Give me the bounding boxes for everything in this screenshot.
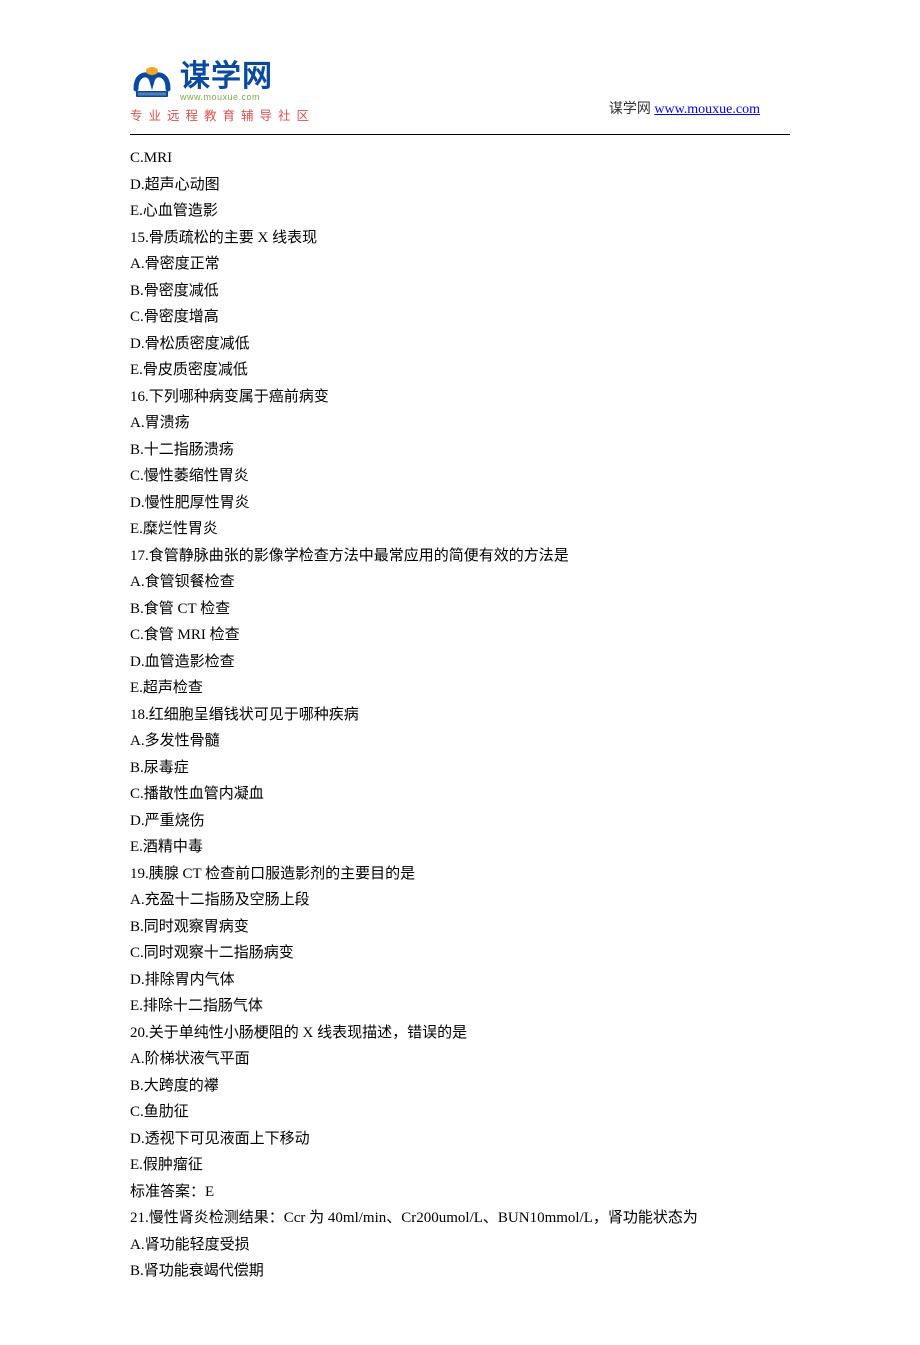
text-line: A.食管钡餐检查 <box>130 569 790 596</box>
text-line: C.鱼肋征 <box>130 1099 790 1126</box>
logo-top-row: 谋学网 www.mouxue.com <box>130 62 273 102</box>
text-line: E.骨皮质密度减低 <box>130 357 790 384</box>
text-line: E.心血管造影 <box>130 198 790 225</box>
text-line: 18.红细胞呈缗钱状可见于哪种疾病 <box>130 702 790 729</box>
text-line: D.慢性肥厚性胃炎 <box>130 490 790 517</box>
text-line: A.充盈十二指肠及空肠上段 <box>130 887 790 914</box>
text-line: A.骨密度正常 <box>130 251 790 278</box>
text-line: 20.关于单纯性小肠梗阻的 X 线表现描述，错误的是 <box>130 1020 790 1047</box>
text-line: A.多发性骨髓 <box>130 728 790 755</box>
document-page: 谋学网 www.mouxue.com 专业远程教育辅导社区 谋学网 www.mo… <box>0 0 920 1345</box>
text-line: 17.食管静脉曲张的影像学检查方法中最常应用的简便有效的方法是 <box>130 543 790 570</box>
text-line: 19.胰腺 CT 检查前口服造影剂的主要目的是 <box>130 861 790 888</box>
text-line: C.MRI <box>130 145 790 172</box>
text-line: C.食管 MRI 检查 <box>130 622 790 649</box>
text-line: B.食管 CT 检查 <box>130 596 790 623</box>
text-line: 16.下列哪种病变属于癌前病变 <box>130 384 790 411</box>
logo-text-group: 谋学网 www.mouxue.com <box>180 62 273 102</box>
text-line: 标准答案：E <box>130 1179 790 1206</box>
logo-block: 谋学网 www.mouxue.com 专业远程教育辅导社区 <box>130 62 315 124</box>
text-line: D.严重烧伤 <box>130 808 790 835</box>
text-line: E.排除十二指肠气体 <box>130 993 790 1020</box>
page-header: 谋学网 www.mouxue.com 专业远程教育辅导社区 谋学网 www.mo… <box>130 62 790 124</box>
text-line: E.糜烂性胃炎 <box>130 516 790 543</box>
text-line: C.播散性血管内凝血 <box>130 781 790 808</box>
text-line: D.超声心动图 <box>130 172 790 199</box>
text-line: A.肾功能轻度受损 <box>130 1232 790 1259</box>
text-line: D.透视下可见液面上下移动 <box>130 1126 790 1153</box>
logo-chinese: 谋学网 <box>180 62 273 92</box>
logo-icon <box>130 65 174 99</box>
text-line: B.同时观察胃病变 <box>130 914 790 941</box>
text-line: A.胃溃疡 <box>130 410 790 437</box>
logo-english: www.mouxue.com <box>180 93 273 102</box>
text-line: C.慢性萎缩性胃炎 <box>130 463 790 490</box>
header-right-text: 谋学网 www.mouxue.com <box>609 98 790 124</box>
text-line: B.大跨度的襻 <box>130 1073 790 1100</box>
header-link[interactable]: www.mouxue.com <box>654 102 760 117</box>
header-right-prefix: 谋学网 <box>609 102 655 117</box>
text-line: C.骨密度增高 <box>130 304 790 331</box>
text-line: B.十二指肠溃疡 <box>130 437 790 464</box>
text-line: B.肾功能衰竭代偿期 <box>130 1258 790 1285</box>
text-line: A.阶梯状液气平面 <box>130 1046 790 1073</box>
header-divider <box>130 134 790 135</box>
text-line: D.血管造影检查 <box>130 649 790 676</box>
logo-subtitle: 专业远程教育辅导社区 <box>130 105 315 124</box>
text-line: E.超声检查 <box>130 675 790 702</box>
text-line: E.假肿瘤征 <box>130 1152 790 1179</box>
text-line: 15.骨质疏松的主要 X 线表现 <box>130 225 790 252</box>
text-line: E.酒精中毒 <box>130 834 790 861</box>
text-line: 21.慢性肾炎检测结果：Ccr 为 40ml/min、Cr200umol/L、B… <box>130 1205 790 1232</box>
text-line: D.骨松质密度减低 <box>130 331 790 358</box>
document-content: C.MRID.超声心动图E.心血管造影15.骨质疏松的主要 X 线表现A.骨密度… <box>130 145 790 1285</box>
text-line: B.骨密度减低 <box>130 278 790 305</box>
text-line: C.同时观察十二指肠病变 <box>130 940 790 967</box>
text-line: B.尿毒症 <box>130 755 790 782</box>
text-line: D.排除胃内气体 <box>130 967 790 994</box>
